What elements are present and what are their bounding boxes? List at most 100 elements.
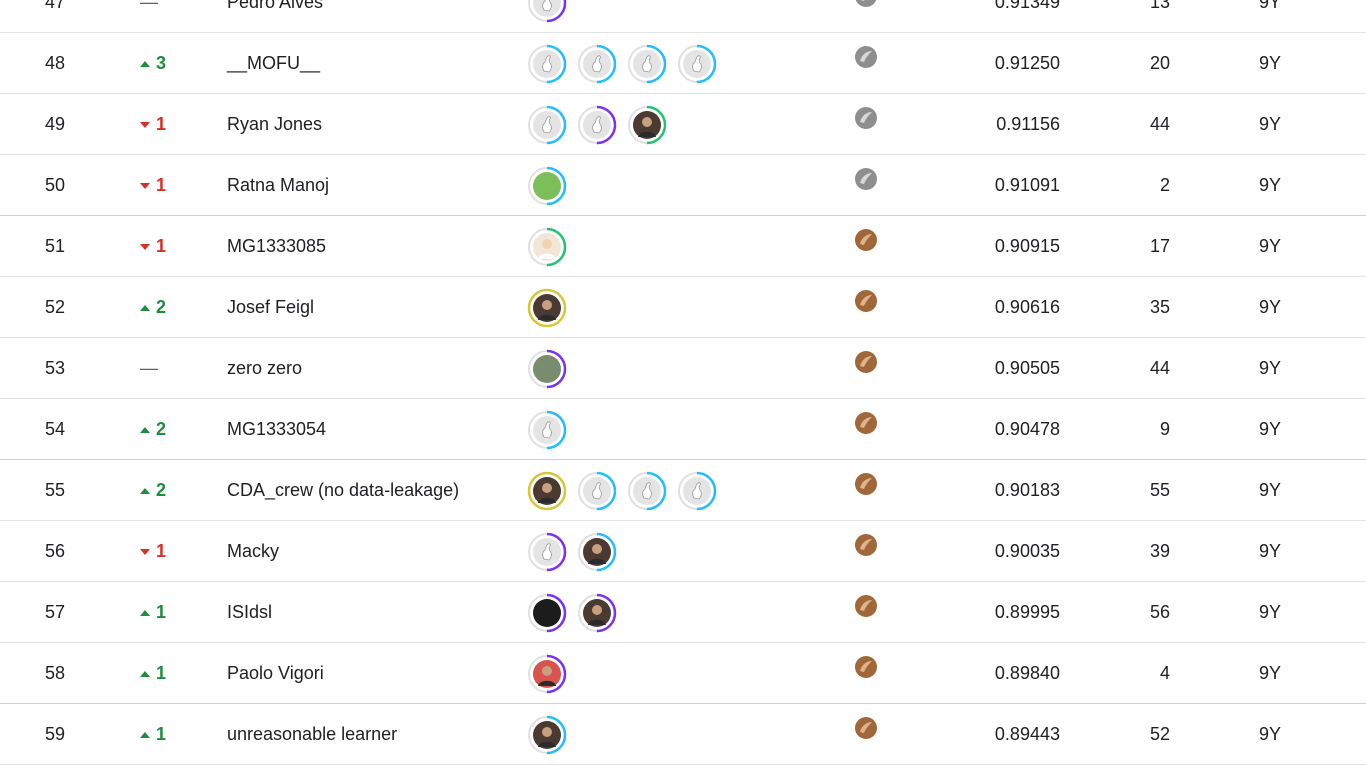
user-avatar-icon[interactable] — [627, 471, 667, 511]
rank-change-value: 1 — [156, 541, 167, 561]
team-members — [527, 460, 787, 521]
medal-icon — [854, 582, 878, 643]
arrow-down-icon — [140, 548, 150, 555]
user-avatar-icon[interactable] — [527, 654, 567, 694]
table-row[interactable]: 56 1 Macky 0.90035 39 9Y — [0, 521, 1366, 582]
table-row[interactable]: 50 1 Ratna Manoj 0.91091 2 9Y — [0, 155, 1366, 216]
user-avatar-icon[interactable] — [527, 288, 567, 328]
last-submission-cell: 9Y — [1258, 236, 1282, 256]
table-row[interactable]: 54 2 MG1333054 0.90478 9 9Y — [0, 399, 1366, 460]
user-avatar-icon[interactable] — [527, 105, 567, 145]
user-avatar-icon[interactable] — [527, 593, 567, 633]
user-avatar-icon[interactable] — [527, 715, 567, 755]
rank-change: 1 — [140, 94, 200, 155]
team-name-link[interactable]: zero zero — [227, 338, 517, 399]
user-avatar-icon[interactable] — [527, 349, 567, 389]
medal-cell — [854, 155, 880, 216]
score-cell: 0.90183 — [994, 480, 1060, 500]
rank-change: 1 — [140, 643, 200, 704]
table-row[interactable]: 55 2 CDA_crew (no data-leakage) 0.90183 55 9Y — [0, 460, 1366, 521]
arrow-down-icon — [140, 182, 150, 189]
user-avatar-icon[interactable] — [527, 410, 567, 450]
table-row[interactable]: 57 1 ISIdsl 0.89995 56 9Y — [0, 582, 1366, 643]
rank-change-value: 2 — [156, 480, 167, 500]
entries-cell: 55 — [1149, 480, 1170, 500]
user-avatar-icon[interactable] — [577, 532, 617, 572]
rank-change-value: — — [140, 0, 158, 12]
team-members — [527, 399, 787, 460]
medal-icon — [854, 338, 878, 399]
rank-change-value: 1 — [156, 663, 167, 683]
table-row[interactable]: 58 1 Paolo Vigori 0.89840 4 9Y — [0, 643, 1366, 704]
team-name-link[interactable]: Josef Feigl — [227, 277, 517, 338]
rank-change: 3 — [140, 33, 200, 94]
user-avatar-icon[interactable] — [527, 227, 567, 267]
team-name-link[interactable]: Pedro Alves — [227, 0, 517, 33]
user-avatar-icon[interactable] — [577, 471, 617, 511]
team-name-link[interactable]: Ratna Manoj — [227, 155, 517, 216]
user-avatar-icon[interactable] — [577, 44, 617, 84]
user-avatar-icon[interactable] — [577, 105, 617, 145]
user-avatar-icon[interactable] — [527, 0, 567, 23]
arrow-up-icon — [140, 487, 150, 494]
arrow-up-icon — [140, 609, 150, 616]
entries-cell: 2 — [1159, 175, 1170, 195]
medal-icon — [854, 94, 878, 155]
user-avatar-icon[interactable] — [627, 105, 667, 145]
team-name-link[interactable]: __MOFU__ — [227, 33, 517, 94]
entries-cell: 20 — [1149, 53, 1170, 73]
score-cell: 0.89443 — [994, 724, 1060, 744]
medal-cell — [854, 216, 880, 277]
team-name-link[interactable]: MG1333054 — [227, 399, 517, 460]
table-row[interactable]: 51 1 MG1333085 0.90915 17 9Y — [0, 216, 1366, 277]
medal-icon — [854, 0, 878, 33]
team-name-link[interactable]: unreasonable learner — [227, 704, 517, 765]
table-row[interactable]: 52 2 Josef Feigl 0.90616 35 9Y — [0, 277, 1366, 338]
entries-cell: 9 — [1159, 419, 1170, 439]
user-avatar-icon[interactable] — [527, 532, 567, 572]
user-avatar-icon[interactable] — [677, 471, 717, 511]
team-members — [527, 582, 787, 643]
team-name-link[interactable]: Paolo Vigori — [227, 643, 517, 704]
team-name-link[interactable]: ISIdsl — [227, 582, 517, 643]
last-submission-cell: 9Y — [1258, 297, 1282, 317]
score-cell: 0.90616 — [994, 297, 1060, 317]
user-avatar-icon[interactable] — [677, 44, 717, 84]
table-row[interactable]: 49 1 Ryan Jones 0.91156 44 9Y — [0, 94, 1366, 155]
rank-change-value: 2 — [156, 297, 167, 317]
table-row[interactable]: 47 — Pedro Alves 0.91349 13 9Y — [0, 0, 1366, 33]
team-name-link[interactable]: Ryan Jones — [227, 94, 517, 155]
team-members — [527, 0, 787, 33]
user-avatar-icon[interactable] — [627, 44, 667, 84]
score-cell: 0.90505 — [994, 358, 1060, 378]
last-submission-cell: 9Y — [1258, 724, 1282, 744]
team-name-link[interactable]: MG1333085 — [227, 216, 517, 277]
arrow-up-icon — [140, 426, 150, 433]
user-avatar-icon[interactable] — [527, 471, 567, 511]
table-row[interactable]: 59 1 unreasonable learner 0.89443 52 9Y — [0, 704, 1366, 765]
table-row[interactable]: 48 3 __MOFU__ 0.91250 20 9Y — [0, 33, 1366, 94]
team-name-link[interactable]: Macky — [227, 521, 517, 582]
medal-icon — [854, 643, 878, 704]
team-members — [527, 643, 787, 704]
rank-cell: 58 — [44, 663, 66, 683]
team-name-link[interactable]: CDA_crew (no data-leakage) — [227, 460, 517, 521]
entries-cell: 4 — [1159, 663, 1170, 683]
rank-cell: 49 — [44, 114, 66, 134]
rank-change: 2 — [140, 460, 200, 521]
team-members — [527, 704, 787, 765]
team-members — [527, 277, 787, 338]
team-members — [527, 216, 787, 277]
medal-cell — [854, 94, 880, 155]
entries-cell: 39 — [1149, 541, 1170, 561]
user-avatar-icon[interactable] — [577, 593, 617, 633]
table-row[interactable]: 53 — zero zero 0.90505 44 9Y — [0, 338, 1366, 399]
medal-icon — [854, 460, 878, 521]
score-cell: 0.91091 — [994, 175, 1060, 195]
entries-cell: 56 — [1149, 602, 1170, 622]
entries-cell: 17 — [1149, 236, 1170, 256]
user-avatar-icon[interactable] — [527, 44, 567, 84]
user-avatar-icon[interactable] — [527, 166, 567, 206]
team-members — [527, 155, 787, 216]
rank-cell: 57 — [44, 602, 66, 622]
